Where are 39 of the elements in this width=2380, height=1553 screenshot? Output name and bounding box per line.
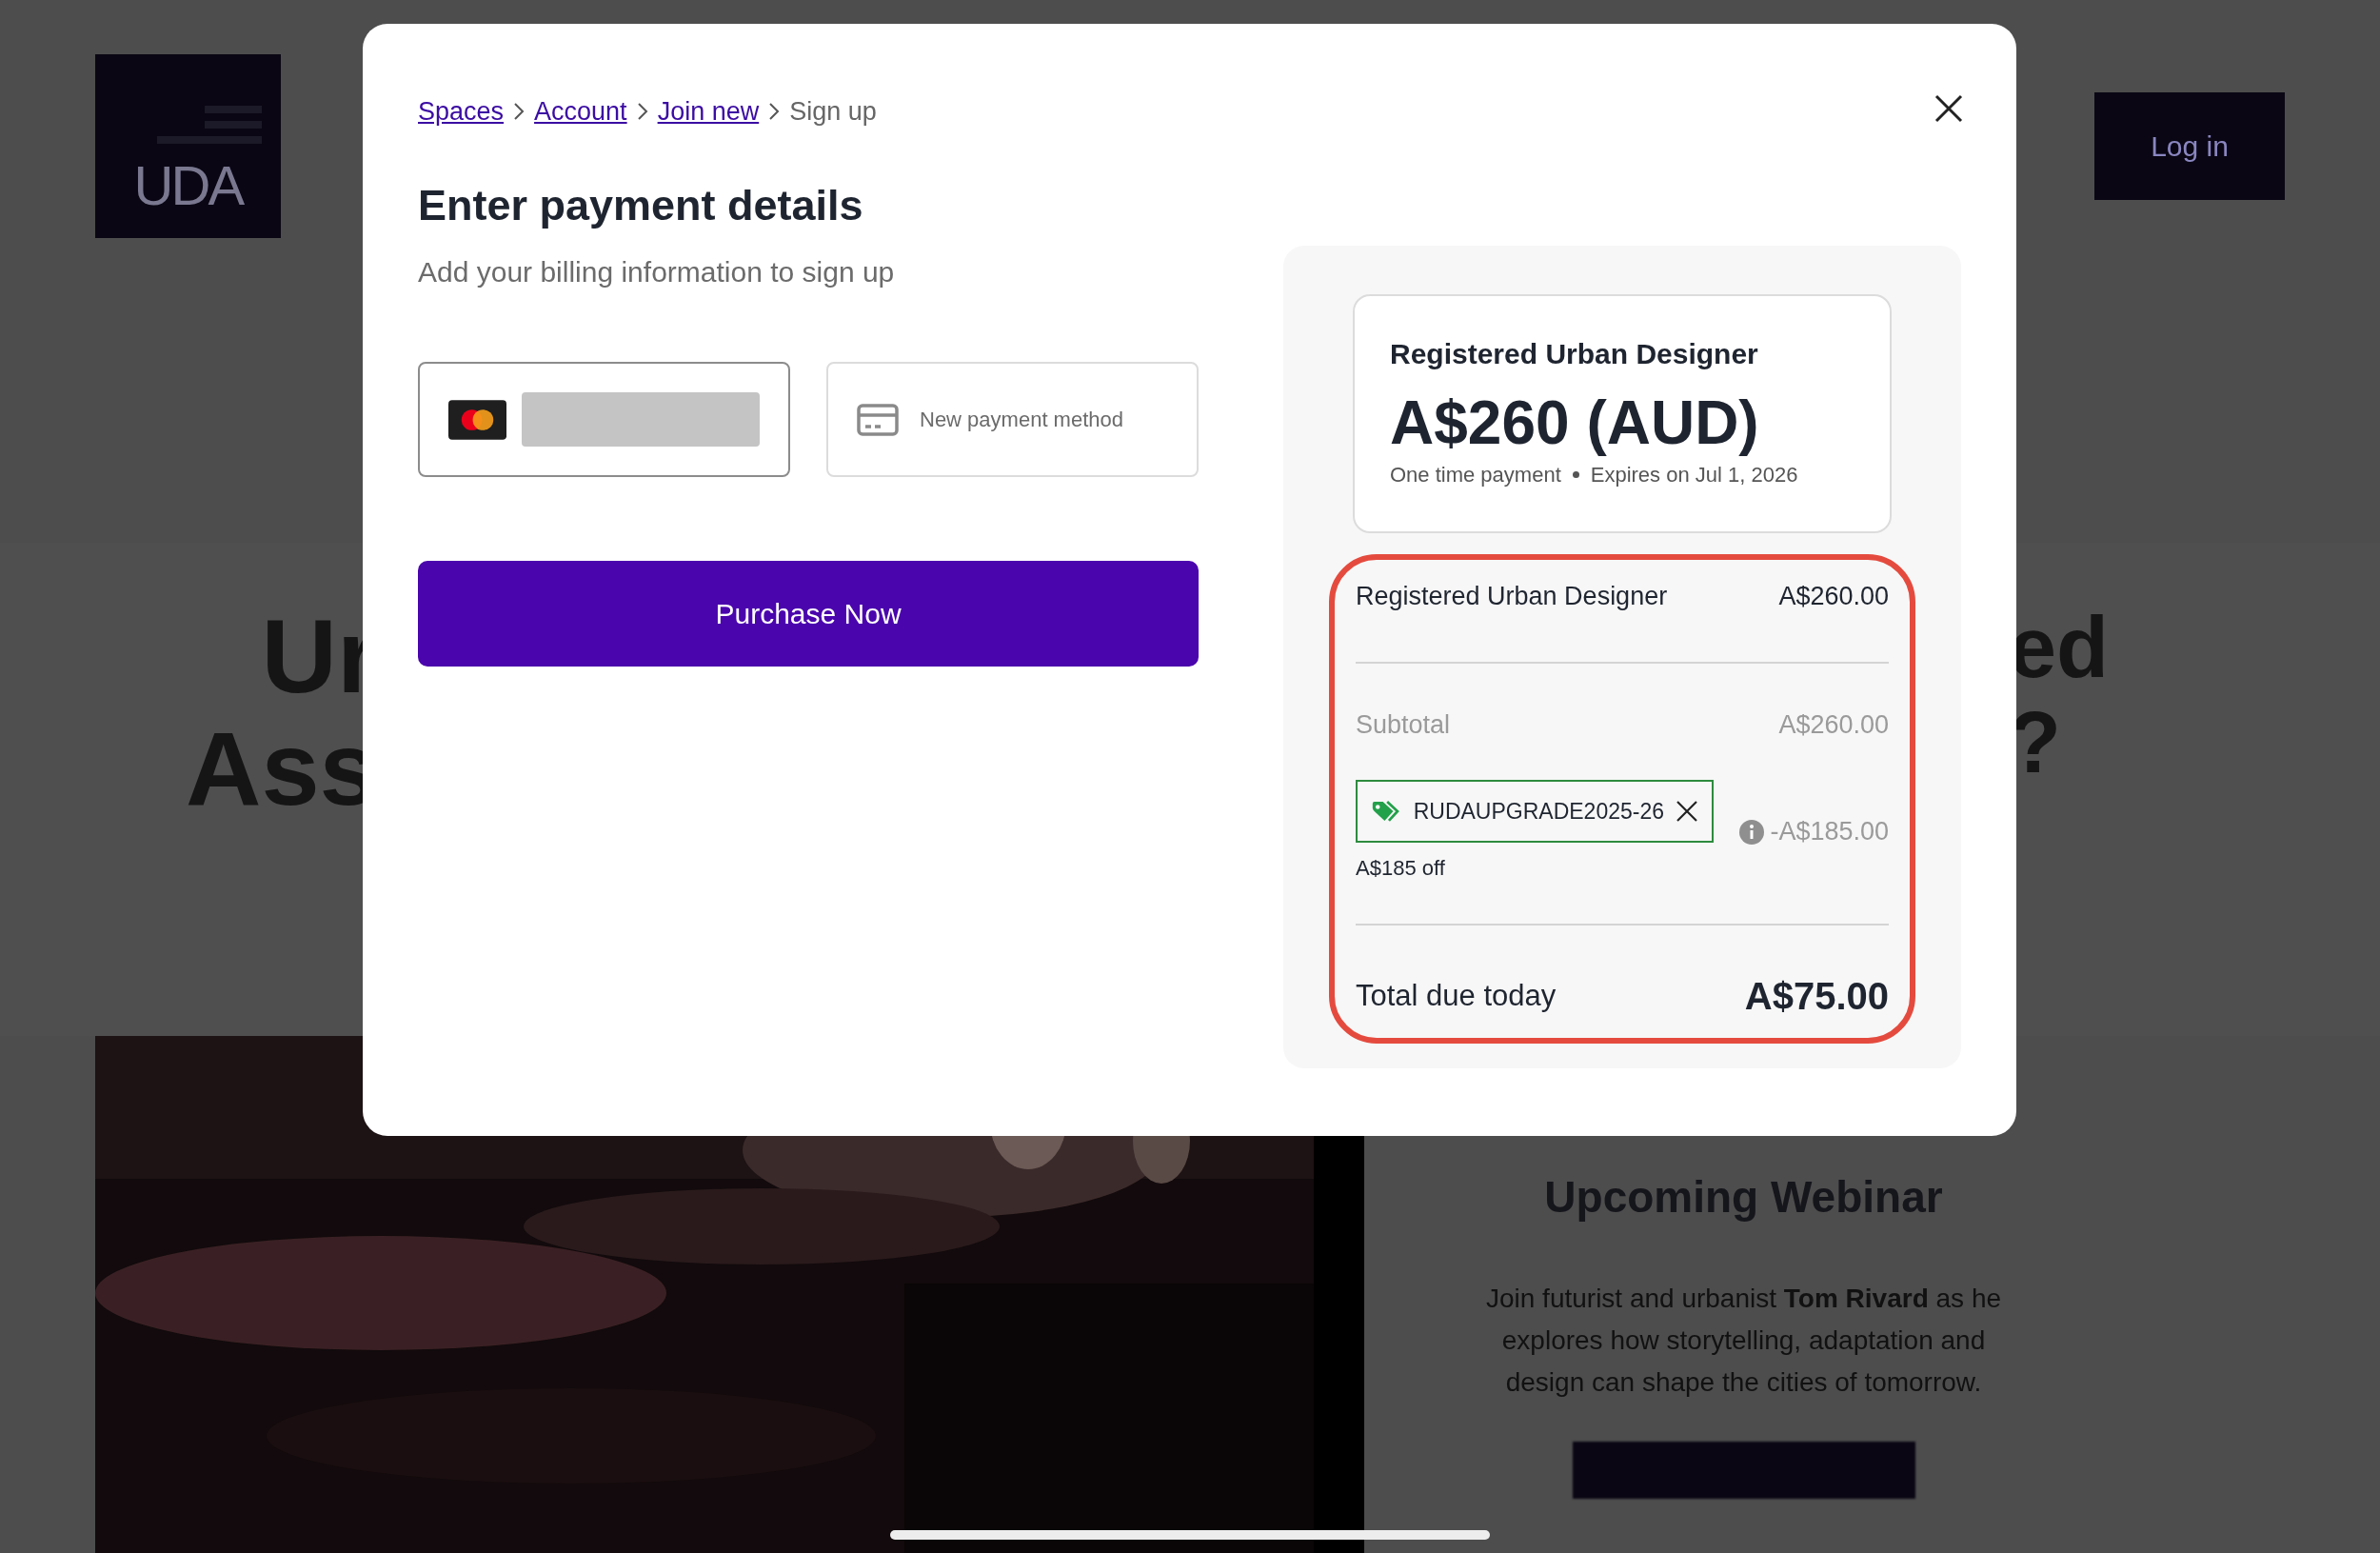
dialog-subtitle: Add your billing information to sign up: [418, 255, 896, 289]
discount-amount: -A$185.00: [1770, 816, 1889, 848]
breadcrumb-link[interactable]: Join new: [657, 92, 760, 131]
subtotal-amount: A$260.00: [1778, 708, 1889, 741]
webinar-title: Upcoming Webinar: [1544, 1171, 1943, 1224]
heading-fragment: ?: [2008, 695, 2061, 790]
breadcrumb-current: Sign up: [789, 96, 877, 128]
credit-card-icon: [857, 403, 899, 436]
webinar-description: Join futurist and urbanist Tom Rivard as he explores how storytelling, adaptation and design can shape the cities of tomorrow.: [1484, 1283, 2003, 1399]
login-button[interactable]: Log in: [2094, 92, 2285, 200]
breadcrumb-link[interactable]: Account: [534, 92, 627, 131]
close-icon: [1676, 800, 1698, 823]
chevron-icon: [768, 102, 781, 122]
heading-fragment: ed: [2008, 600, 2109, 695]
payment-method-option[interactable]: [418, 362, 790, 477]
expiry-date: Expires on Jul 1, 2026: [1590, 462, 1798, 488]
total-label: Total due today: [1356, 977, 1557, 1014]
chevron-icon: [513, 102, 526, 122]
line-item-amount: A$260.00: [1778, 581, 1889, 612]
card-logo-icon: [448, 399, 506, 440]
total-amount: A$75.00: [1744, 974, 1889, 1019]
payment-method-option[interactable]: New payment method: [826, 362, 1199, 477]
chevron-icon: [636, 102, 648, 122]
tag-icon: [1371, 799, 1400, 824]
breadcrumb-link[interactable]: Spaces: [418, 92, 505, 131]
purchase-button[interactable]: Purchase Now: [418, 561, 1199, 667]
heading-fragment: Ur: [261, 600, 378, 712]
close-icon: [1934, 94, 1963, 123]
info-icon[interactable]: [1739, 819, 1765, 845]
payment-type: One time payment: [1390, 462, 1561, 488]
coupon-code: RUDAUPGRADE2025-26: [1413, 797, 1664, 826]
line-item-name: Registered Urban Designer: [1356, 581, 1668, 612]
dialog-title: Enter payment details: [418, 179, 864, 231]
plan-name: Registered Urban Designer: [1390, 337, 1759, 371]
plan-price: A$260 (AUD): [1390, 388, 1760, 459]
subtotal-label: Subtotal: [1356, 708, 1451, 741]
remove-coupon-button[interactable]: [1676, 800, 1698, 823]
logo[interactable]: UDA: [95, 54, 281, 238]
coupon-note: A$185 off: [1356, 855, 1446, 882]
